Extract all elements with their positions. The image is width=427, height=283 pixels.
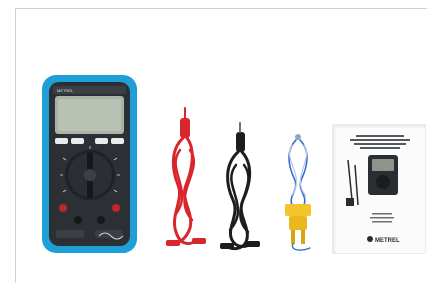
product-photo-frame: METREL METREL — [0, 0, 427, 283]
user-manual: METREL — [332, 124, 426, 254]
manual-brand-logo: METREL — [375, 238, 400, 244]
thermocouple-probe — [285, 134, 311, 251]
multimeter-brand-label: METREL — [57, 88, 74, 93]
red-test-lead — [166, 107, 206, 246]
black-test-lead — [220, 122, 260, 251]
product-photo: METREL METREL — [42, 75, 426, 254]
multimeter: METREL — [42, 75, 137, 253]
